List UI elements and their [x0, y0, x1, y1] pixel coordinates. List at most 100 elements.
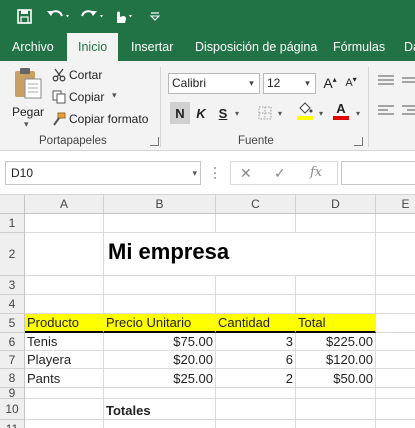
- touch-mode-icon[interactable]: [111, 5, 137, 27]
- fill-color-dropdown-icon[interactable]: ▾: [316, 102, 326, 124]
- column-header-b[interactable]: B: [104, 195, 216, 214]
- column-header-e[interactable]: E: [376, 195, 415, 214]
- cell[interactable]: [25, 276, 104, 295]
- header-cell-cantidad[interactable]: Cantidad: [216, 314, 296, 333]
- cell[interactable]: [104, 276, 216, 295]
- format-painter-button[interactable]: Copiar formato: [52, 111, 152, 129]
- cell[interactable]: [376, 233, 415, 276]
- cell[interactable]: [376, 399, 415, 420]
- row-header-6[interactable]: 6: [0, 333, 25, 351]
- shrink-font-button[interactable]: A ▾: [342, 72, 360, 94]
- chevron-down-icon[interactable]: ▾: [300, 74, 315, 93]
- italic-button[interactable]: K: [194, 102, 208, 124]
- tab-inicio[interactable]: Inicio: [67, 33, 119, 61]
- row-header-4[interactable]: 4: [0, 295, 25, 314]
- formula-input[interactable]: [341, 161, 415, 185]
- cell[interactable]: [25, 214, 104, 233]
- align-middle-icon[interactable]: [402, 75, 415, 87]
- table-cell-total[interactable]: $225.00: [296, 333, 376, 351]
- header-cell-total[interactable]: Total: [296, 314, 376, 333]
- cell[interactable]: [376, 369, 415, 388]
- cell[interactable]: [296, 388, 376, 399]
- tab-formulas[interactable]: Fórmulas: [333, 33, 385, 61]
- row-header-7[interactable]: 7: [0, 351, 25, 369]
- table-cell-product[interactable]: Pants: [25, 369, 104, 388]
- cell[interactable]: [376, 351, 415, 369]
- table-cell-product[interactable]: Playera: [25, 351, 104, 369]
- cell[interactable]: [376, 333, 415, 351]
- cell[interactable]: [25, 295, 104, 314]
- cell[interactable]: [216, 295, 296, 314]
- totals-label-cell[interactable]: Totales: [104, 399, 216, 420]
- table-cell-total[interactable]: $120.00: [296, 351, 376, 369]
- table-cell-price[interactable]: $20.00: [104, 351, 216, 369]
- row-header-9[interactable]: 9: [0, 386, 25, 400]
- undo-icon[interactable]: [45, 5, 73, 27]
- insert-function-icon[interactable]: fx: [310, 165, 322, 180]
- paste-button[interactable]: Pegar ▾: [8, 67, 48, 131]
- cell[interactable]: [296, 295, 376, 314]
- cell[interactable]: [104, 214, 216, 233]
- cell[interactable]: [216, 420, 296, 428]
- cell[interactable]: [104, 295, 216, 314]
- cell[interactable]: [25, 420, 104, 428]
- cell[interactable]: [376, 388, 415, 399]
- tab-archivo[interactable]: Archivo: [12, 33, 54, 61]
- header-cell-producto[interactable]: Producto: [25, 314, 104, 333]
- fill-color-button[interactable]: [295, 100, 315, 122]
- font-name-combo[interactable]: Calibri ▾: [168, 73, 260, 94]
- sheet-title[interactable]: Mi empresa: [108, 239, 229, 265]
- row-header-10[interactable]: 10: [0, 399, 25, 420]
- cell[interactable]: [104, 388, 216, 399]
- row-header-3[interactable]: 3: [0, 276, 25, 295]
- cell[interactable]: [216, 388, 296, 399]
- tab-insertar[interactable]: Insertar: [131, 33, 173, 61]
- borders-button[interactable]: [255, 102, 275, 124]
- column-header-c[interactable]: C: [216, 195, 296, 214]
- cell[interactable]: [216, 276, 296, 295]
- underline-dropdown-icon[interactable]: ▾: [232, 102, 242, 124]
- table-cell-price[interactable]: $25.00: [104, 369, 216, 388]
- formula-bar-grip-icon[interactable]: [213, 165, 217, 181]
- cell[interactable]: [25, 388, 104, 399]
- align-right-icon[interactable]: [402, 105, 415, 117]
- cell[interactable]: [376, 295, 415, 314]
- enter-icon[interactable]: ✓: [274, 165, 286, 182]
- cell[interactable]: [376, 276, 415, 295]
- copy-dropdown-icon[interactable]: ▾: [112, 90, 117, 101]
- row-header-2[interactable]: 2: [0, 233, 25, 276]
- column-header-d[interactable]: D: [296, 195, 376, 214]
- save-icon[interactable]: [13, 5, 35, 27]
- underline-button[interactable]: S: [216, 102, 230, 124]
- font-launcher-icon[interactable]: [354, 137, 363, 146]
- cell[interactable]: [296, 276, 376, 295]
- redo-icon[interactable]: [79, 5, 107, 27]
- table-cell-quantity[interactable]: 2: [216, 369, 296, 388]
- row-header-5[interactable]: 5: [0, 314, 25, 333]
- row-header-1[interactable]: 1: [0, 214, 25, 233]
- cell[interactable]: [25, 399, 104, 420]
- chevron-down-icon[interactable]: ▾: [244, 74, 259, 93]
- cell[interactable]: [296, 214, 376, 233]
- customize-icon[interactable]: [148, 5, 162, 27]
- bold-button[interactable]: N: [170, 102, 190, 124]
- cancel-icon[interactable]: ✕: [240, 165, 252, 182]
- tab-datos[interactable]: Da: [404, 33, 415, 61]
- grow-font-button[interactable]: A ▴: [321, 72, 339, 94]
- table-cell-quantity[interactable]: 3: [216, 333, 296, 351]
- cell[interactable]: [216, 399, 296, 420]
- paste-dropdown-icon[interactable]: ▾: [24, 119, 29, 130]
- cell[interactable]: [376, 314, 415, 333]
- table-cell-product[interactable]: Tenis: [25, 333, 104, 351]
- table-cell-price[interactable]: $75.00: [104, 333, 216, 351]
- font-color-button[interactable]: A: [331, 100, 351, 122]
- cell[interactable]: [25, 233, 104, 276]
- cut-button[interactable]: Cortar: [52, 67, 112, 85]
- copy-button[interactable]: Copiar ▾: [52, 89, 124, 107]
- align-left-icon[interactable]: [378, 105, 394, 117]
- font-size-combo[interactable]: 12 ▾: [263, 73, 316, 94]
- chevron-down-icon[interactable]: ▾: [192, 162, 197, 184]
- font-color-dropdown-icon[interactable]: ▾: [353, 102, 363, 124]
- cell[interactable]: [216, 214, 296, 233]
- table-cell-quantity[interactable]: 6: [216, 351, 296, 369]
